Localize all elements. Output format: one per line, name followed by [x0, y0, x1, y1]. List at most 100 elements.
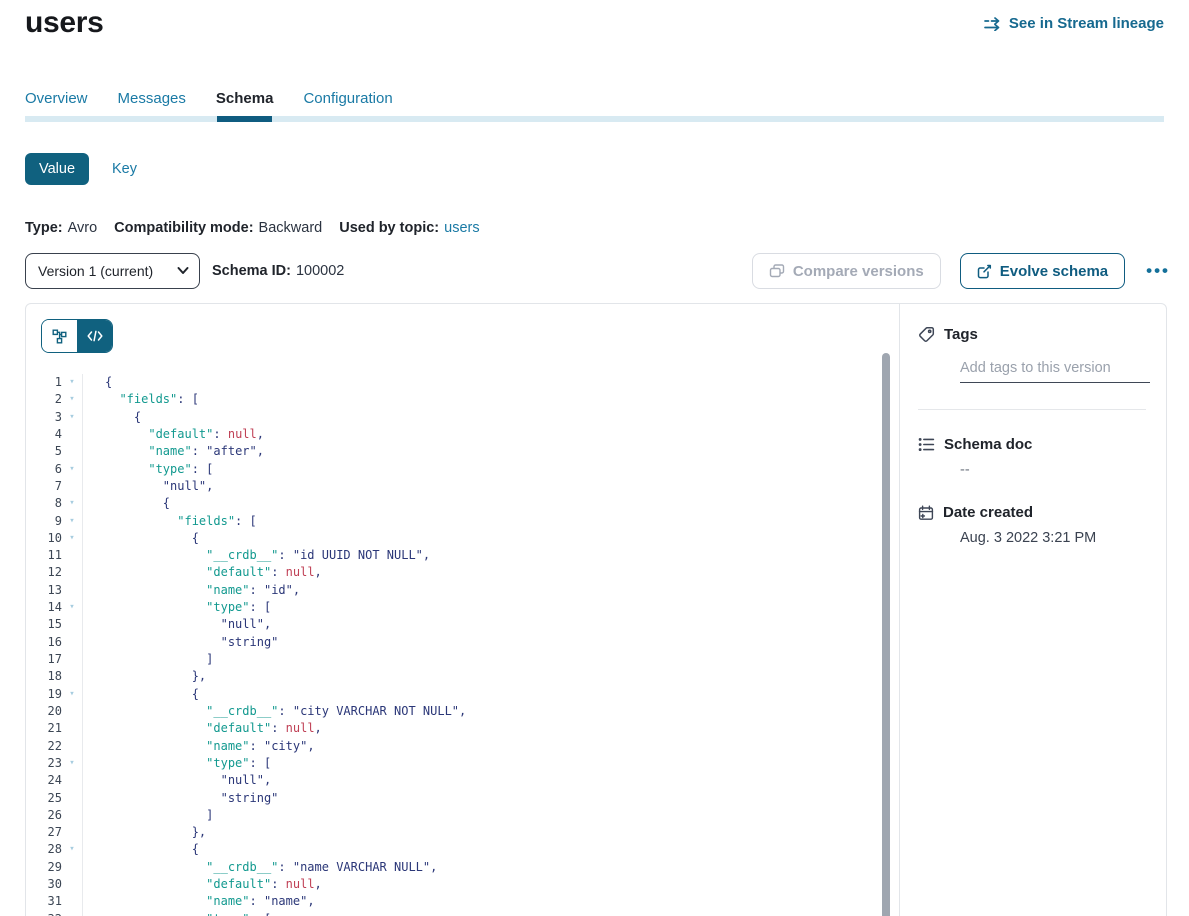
fold-spacer — [62, 634, 82, 651]
fold-toggle-icon[interactable]: ▾ — [62, 461, 82, 478]
schema-editor: 1▾{2▾ "fields": [3▾ {4 "default": null,5… — [26, 304, 900, 916]
code-line: 25 "string" — [26, 790, 879, 807]
code-text: }, — [82, 824, 879, 841]
used-by-topic-link[interactable]: users — [444, 220, 479, 236]
fold-toggle-icon[interactable]: ▾ — [62, 513, 82, 530]
code-text: ] — [82, 651, 879, 668]
code-line: 15 "null", — [26, 616, 879, 633]
schema-doc-value: -- — [960, 462, 1150, 478]
fold-spacer — [62, 772, 82, 789]
fold-toggle-icon[interactable]: ▾ — [62, 495, 82, 512]
date-created-title: Date created — [943, 504, 1033, 521]
code-line: 2▾ "fields": [ — [26, 391, 879, 408]
version-select-wrap: Version 1 (current) — [25, 253, 200, 289]
date-created-section-header: Date created — [918, 504, 1150, 521]
line-number: 21 — [26, 720, 62, 737]
fold-toggle-icon[interactable]: ▾ — [62, 409, 82, 426]
fold-spacer — [62, 876, 82, 893]
code-text: "name": "after", — [82, 443, 879, 460]
tags-section-header: Tags — [918, 326, 1150, 343]
code-line: 11 "__crdb__": "id UUID NOT NULL", — [26, 547, 879, 564]
line-number: 22 — [26, 738, 62, 755]
tab-underline-track — [25, 116, 1164, 122]
tab-overview[interactable]: Overview — [25, 90, 88, 107]
evolve-schema-button[interactable]: Evolve schema — [960, 253, 1125, 289]
date-created-value: Aug. 3 2022 3:21 PM — [960, 530, 1150, 546]
add-tags-input[interactable] — [960, 360, 1150, 383]
line-number: 10 — [26, 530, 62, 547]
key-toggle-button[interactable]: Key — [112, 161, 137, 177]
tab-schema[interactable]: Schema — [216, 90, 274, 107]
fold-toggle-icon[interactable]: ▾ — [62, 374, 82, 391]
tree-view-button[interactable] — [42, 320, 77, 352]
code-line: 4 "default": null, — [26, 426, 879, 443]
code-editor-content[interactable]: 1▾{2▾ "fields": [3▾ {4 "default": null,5… — [26, 374, 879, 916]
schema-doc-title: Schema doc — [944, 436, 1032, 453]
code-line: 20 "__crdb__": "city VARCHAR NOT NULL", — [26, 703, 879, 720]
line-number: 31 — [26, 893, 62, 910]
code-view-button[interactable] — [77, 320, 112, 352]
code-text: "null", — [82, 772, 879, 789]
fold-toggle-icon[interactable]: ▾ — [62, 530, 82, 547]
fold-spacer — [62, 807, 82, 824]
page-title: users — [25, 6, 104, 40]
code-text: "type": [ — [82, 599, 879, 616]
line-number: 13 — [26, 582, 62, 599]
fold-spacer — [62, 582, 82, 599]
code-text: "default": null, — [82, 564, 879, 581]
fold-toggle-icon[interactable]: ▾ — [62, 686, 82, 703]
line-number: 29 — [26, 859, 62, 876]
fold-toggle-icon[interactable]: ▾ — [62, 911, 82, 916]
line-number: 32 — [26, 911, 62, 916]
type-label: Type: — [25, 220, 63, 236]
more-actions-button[interactable]: ••• — [1144, 261, 1172, 281]
code-line: 1▾{ — [26, 374, 879, 391]
code-text: "null", — [82, 478, 879, 495]
line-number: 19 — [26, 686, 62, 703]
line-number: 1 — [26, 374, 62, 391]
fold-toggle-icon[interactable]: ▾ — [62, 755, 82, 772]
line-number: 16 — [26, 634, 62, 651]
line-number: 6 — [26, 461, 62, 478]
code-text: ] — [82, 807, 879, 824]
compatibility-field: Compatibility mode:Backward — [114, 220, 322, 236]
editor-scrollbar[interactable] — [882, 353, 890, 916]
tab-messages[interactable]: Messages — [118, 90, 186, 107]
calendar-plus-icon — [918, 505, 934, 521]
fold-spacer — [62, 547, 82, 564]
tags-title: Tags — [944, 326, 978, 343]
version-select[interactable]: Version 1 (current) — [25, 253, 200, 289]
compare-versions-button[interactable]: Compare versions — [752, 253, 941, 289]
code-text: "string" — [82, 790, 879, 807]
tab-configuration[interactable]: Configuration — [303, 90, 392, 107]
fold-toggle-icon[interactable]: ▾ — [62, 599, 82, 616]
fold-toggle-icon[interactable]: ▾ — [62, 391, 82, 408]
line-number: 20 — [26, 703, 62, 720]
schema-meta-row: Type:Avro Compatibility mode:Backward Us… — [25, 220, 480, 236]
see-in-stream-lineage-link[interactable]: See in Stream lineage — [984, 15, 1164, 32]
code-text: { — [82, 409, 879, 426]
code-line: 30 "default": null, — [26, 876, 879, 893]
code-line: 32▾ "type": [ — [26, 911, 879, 916]
code-text: "__crdb__": "city VARCHAR NOT NULL", — [82, 703, 879, 720]
line-number: 27 — [26, 824, 62, 841]
code-line: 7 "null", — [26, 478, 879, 495]
line-number: 14 — [26, 599, 62, 616]
schema-sidebar: Tags Schema doc -- Date created — [900, 304, 1166, 916]
line-number: 30 — [26, 876, 62, 893]
evolve-schema-label: Evolve schema — [1000, 263, 1108, 280]
line-number: 8 — [26, 495, 62, 512]
line-number: 24 — [26, 772, 62, 789]
lineage-link-label: See in Stream lineage — [1009, 15, 1164, 32]
code-line: 12 "default": null, — [26, 564, 879, 581]
code-text: { — [82, 530, 879, 547]
fold-toggle-icon[interactable]: ▾ — [62, 841, 82, 858]
code-text: { — [82, 686, 879, 703]
fold-spacer — [62, 790, 82, 807]
schema-doc-section-header: Schema doc — [918, 436, 1150, 453]
code-text: { — [82, 841, 879, 858]
schema-doc-icon — [918, 437, 935, 452]
value-toggle-button[interactable]: Value — [25, 153, 89, 185]
fold-spacer — [62, 893, 82, 910]
editor-view-toggle — [41, 319, 113, 353]
